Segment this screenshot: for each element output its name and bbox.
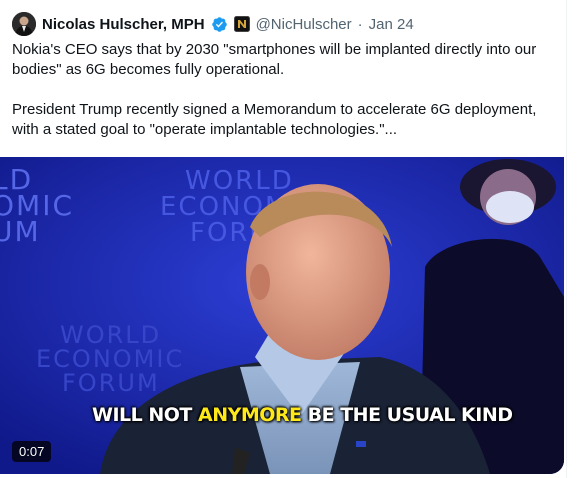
affiliate-badge-icon[interactable] xyxy=(233,16,250,32)
author-handle[interactable]: @NicHulscher xyxy=(256,16,352,33)
verified-badge-icon xyxy=(211,16,227,32)
tweet-header: Nicolas Hulscher, MPH @NicHulscher · Jan… xyxy=(12,11,414,37)
svg-text:UM: UM xyxy=(0,215,41,248)
svg-text:FORUM: FORUM xyxy=(62,369,160,397)
tweet-paragraph-2: President Trump recently signed a Memora… xyxy=(12,101,537,138)
video-player[interactable]: LD OMIC UM WORLD ECONOMIC FORUM WORLD EC… xyxy=(0,157,564,474)
author-name[interactable]: Nicolas Hulscher, MPH xyxy=(42,16,205,33)
separator-dot: · xyxy=(357,15,363,33)
tweet-paragraph-1: Nokia's CEO says that by 2030 "smartphon… xyxy=(12,41,537,78)
caption-text-post: BE THE USUAL KIND xyxy=(301,404,513,426)
avatar[interactable] xyxy=(12,12,36,36)
tweet-card[interactable]: Nicolas Hulscher, MPH @NicHulscher · Jan… xyxy=(0,0,567,478)
video-duration-badge: 0:07 xyxy=(12,441,52,462)
video-caption: WILL NOT ANYMORE BE THE USUAL KIND xyxy=(92,404,513,426)
caption-highlight: ANYMORE xyxy=(197,404,302,426)
tweet-body: Nokia's CEO says that by 2030 "smartphon… xyxy=(12,40,552,140)
tweet-date[interactable]: Jan 24 xyxy=(369,16,414,33)
video-frame: LD OMIC UM WORLD ECONOMIC FORUM WORLD EC… xyxy=(0,157,564,474)
caption-text-pre: WILL NOT xyxy=(92,404,198,426)
